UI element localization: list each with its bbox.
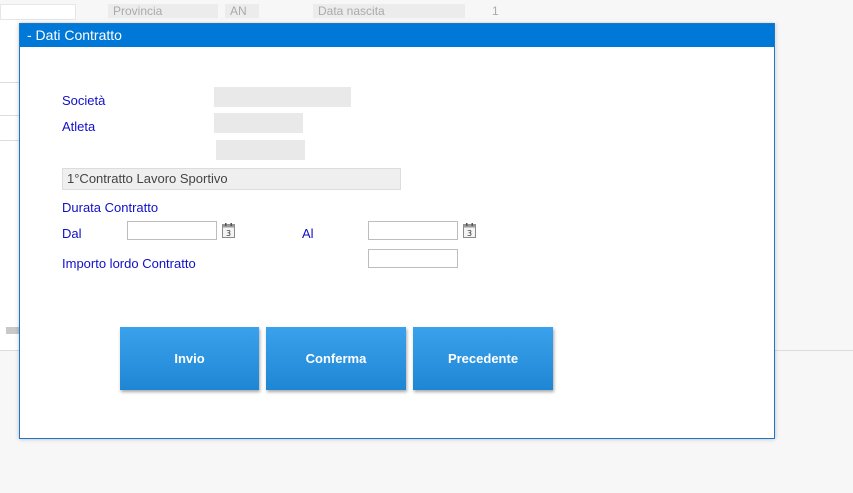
calendar-icon[interactable]: 3 [463, 223, 476, 238]
background-scroll-stub [6, 327, 20, 334]
al-date-input[interactable] [368, 221, 458, 240]
importo-input[interactable] [368, 249, 458, 268]
dal-date-input[interactable] [127, 221, 217, 240]
al-label: Al [302, 226, 314, 241]
background-provincia-label: Provincia [108, 4, 218, 18]
societa-label: Società [62, 93, 106, 108]
background-divider [0, 82, 19, 83]
societa-value [214, 87, 351, 107]
dati-contratto-dialog: - Dati Contratto Società Atleta 1°Contra… [19, 23, 775, 439]
background-number: 1 [492, 4, 499, 18]
importo-lordo-label: Importo lordo Contratto [62, 256, 196, 271]
invio-button[interactable]: Invio [120, 327, 259, 390]
calendar-icon[interactable]: 3 [222, 223, 235, 238]
background-provincia-value: AN [225, 4, 259, 18]
conferma-button[interactable]: Conferma [266, 327, 406, 390]
background-divider [0, 140, 19, 141]
background-data-nascita-label: Data nascita [313, 4, 465, 18]
durata-contratto-label: Durata Contratto [62, 200, 159, 215]
svg-text:3: 3 [226, 229, 231, 238]
contract-type-field: 1°Contratto Lavoro Sportivo [62, 168, 401, 190]
svg-text:3: 3 [467, 229, 472, 238]
atleta-value-2 [216, 140, 305, 160]
precedente-button[interactable]: Precedente [413, 327, 553, 390]
background-right-panel [776, 20, 853, 350]
atleta-label: Atleta [62, 119, 96, 134]
atleta-value [214, 113, 303, 133]
dialog-title: - Dati Contratto [20, 24, 774, 47]
background-input [0, 4, 76, 20]
dal-label: Dal [62, 226, 82, 241]
background-divider [0, 115, 19, 116]
